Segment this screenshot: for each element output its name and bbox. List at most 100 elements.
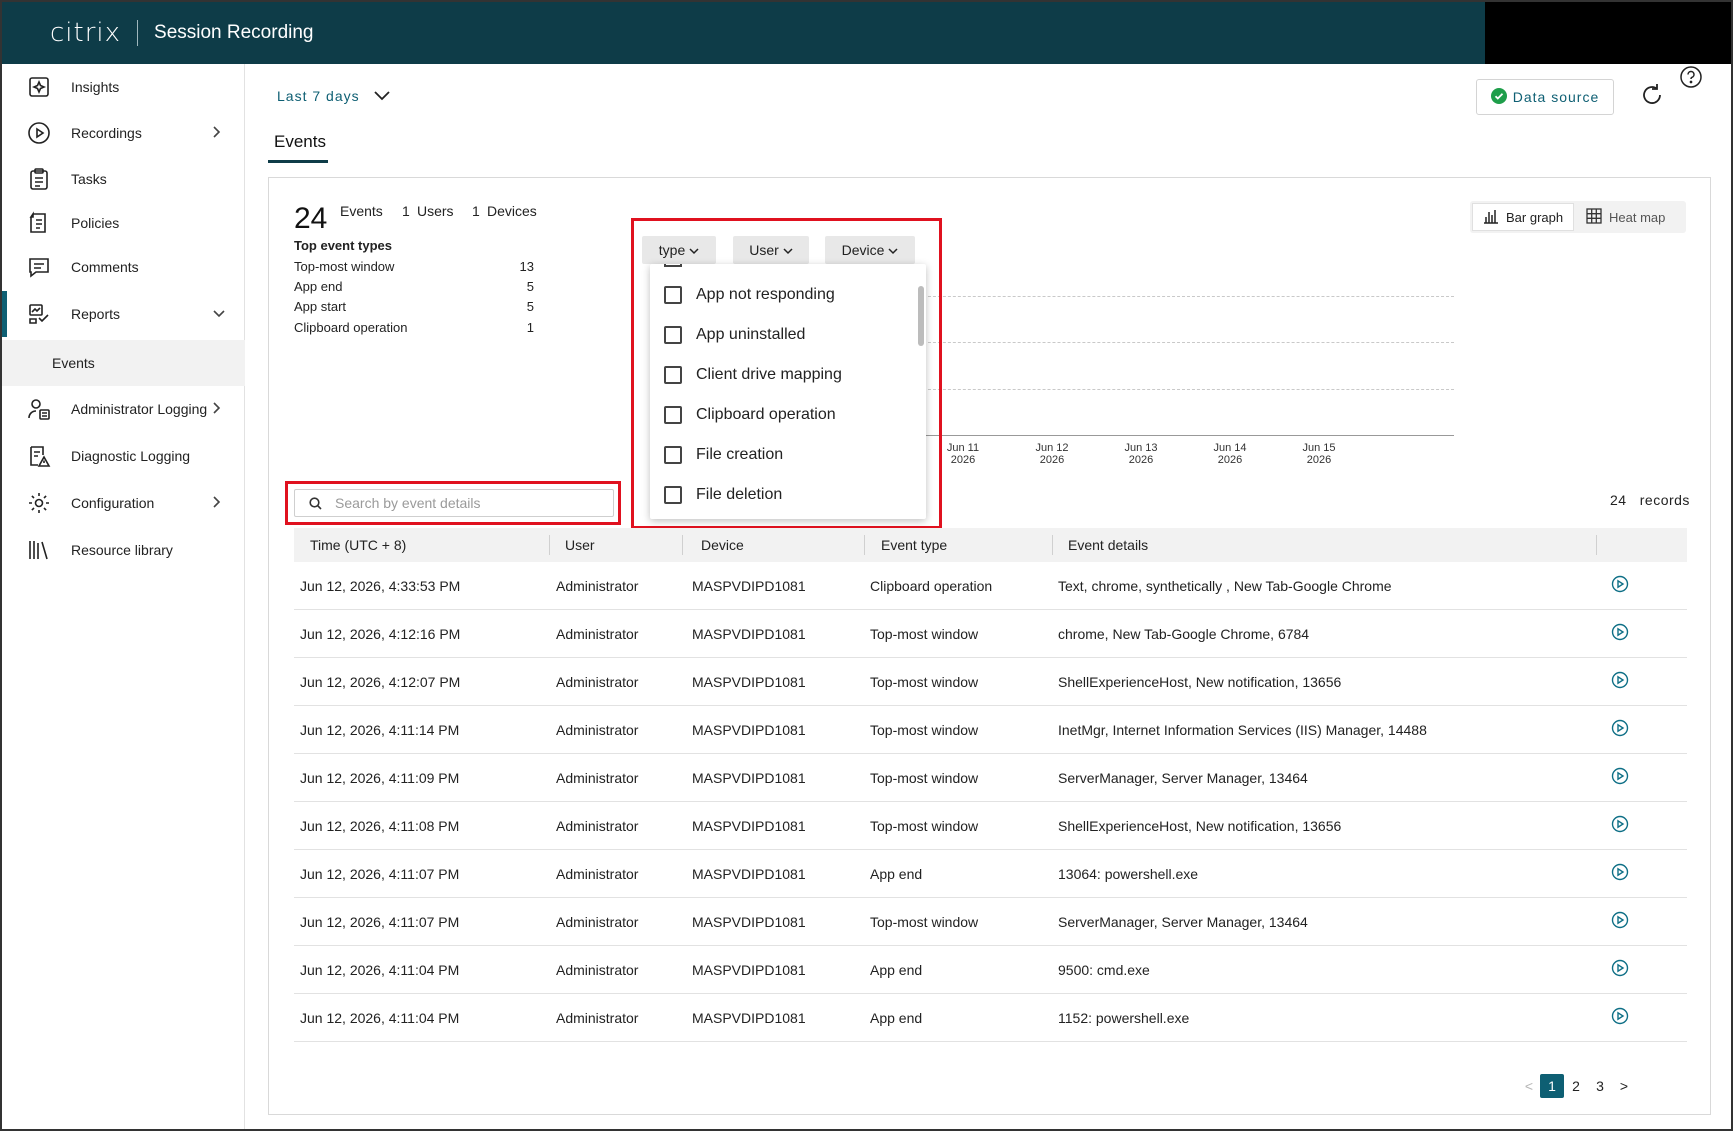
- column-header-user[interactable]: User: [565, 528, 595, 562]
- sidebar-item-insights[interactable]: Insights: [2, 64, 245, 110]
- column-separator: [1052, 535, 1053, 555]
- play-recording-icon[interactable]: [1611, 959, 1629, 977]
- event-type-option[interactable]: App uninstalled: [664, 320, 805, 350]
- sidebar-item-reports[interactable]: Reports: [2, 291, 245, 337]
- heat-map-button[interactable]: Heat map: [1576, 203, 1675, 231]
- sidebar-item-administrator-logging[interactable]: Administrator Logging: [2, 386, 245, 432]
- checkbox[interactable]: [664, 366, 682, 384]
- checkbox[interactable]: [664, 486, 682, 504]
- table-row[interactable]: Jun 12, 2026, 4:11:04 PM Administrator M…: [294, 994, 1687, 1042]
- help-icon[interactable]: [1680, 66, 1702, 93]
- table-row[interactable]: Jun 12, 2026, 4:11:14 PM Administrator M…: [294, 706, 1687, 754]
- cell-event-type: Top-most window: [870, 626, 979, 642]
- checkbox[interactable]: [664, 286, 682, 304]
- table-row[interactable]: Jun 12, 2026, 4:12:16 PM Administrator M…: [294, 610, 1687, 658]
- cell-time: Jun 12, 2026, 4:11:08 PM: [300, 818, 460, 834]
- table-header: Time (UTC + 8) User Device Event type Ev…: [294, 528, 1687, 562]
- play-recording-icon[interactable]: [1611, 671, 1629, 689]
- data-source-button[interactable]: Data source: [1476, 79, 1614, 115]
- chevron-down-icon: [783, 242, 793, 258]
- type-filter-button[interactable]: type: [642, 236, 716, 264]
- x-tick-label: Jun 13 2026: [1111, 442, 1171, 466]
- checkbox[interactable]: [664, 326, 682, 344]
- devices-label: Devices: [487, 203, 537, 219]
- sidebar-item-tasks[interactable]: Tasks: [2, 156, 245, 202]
- play-recording-icon[interactable]: [1611, 815, 1629, 833]
- event-type-option[interactable]: Clipboard operation: [664, 400, 836, 430]
- cell-event-type: Top-most window: [870, 674, 979, 690]
- previous-page-button[interactable]: <: [1521, 1074, 1537, 1098]
- sidebar-item-label: Policies: [71, 215, 120, 231]
- table-row[interactable]: Jun 12, 2026, 4:33:53 PM Administrator M…: [294, 562, 1687, 610]
- column-header-time[interactable]: Time (UTC + 8): [310, 528, 406, 562]
- cell-event-details: ShellExperienceHost, New notification, 1…: [1058, 674, 1342, 690]
- library-icon: [26, 537, 52, 563]
- page-2-button[interactable]: 2: [1568, 1074, 1584, 1098]
- chevron-down-icon: [689, 242, 699, 258]
- top-event-type-name: App end: [294, 279, 343, 294]
- tab-events[interactable]: Events: [268, 132, 328, 163]
- column-header-event-details[interactable]: Event details: [1068, 528, 1148, 562]
- table-row[interactable]: Jun 12, 2026, 4:11:04 PM Administrator M…: [294, 946, 1687, 994]
- sidebar-item-resource-library[interactable]: Resource library: [2, 527, 245, 573]
- cell-user: Administrator: [556, 866, 639, 882]
- column-header-event-type[interactable]: Event type: [881, 528, 947, 562]
- grid-icon: [1586, 207, 1602, 227]
- event-type-option[interactable]: File deletion: [664, 480, 782, 510]
- cell-event-details: 13064: powershell.exe: [1058, 866, 1199, 882]
- option-label: File creation: [696, 446, 784, 463]
- cell-device: MASPVDIPD1081: [692, 578, 806, 594]
- sidebar-item-policies[interactable]: Policies: [2, 200, 245, 246]
- column-separator: [549, 535, 550, 555]
- table-row[interactable]: Jun 12, 2026, 4:12:07 PM Administrator M…: [294, 658, 1687, 706]
- sidebar-item-diagnostic-logging[interactable]: Diagnostic Logging: [2, 433, 245, 479]
- next-page-button[interactable]: >: [1616, 1074, 1632, 1098]
- play-recording-icon[interactable]: [1611, 863, 1629, 881]
- checkbox[interactable]: [664, 406, 682, 424]
- page-1-button[interactable]: 1: [1540, 1074, 1564, 1098]
- cell-event-type: App end: [870, 866, 923, 882]
- logo-divider: [137, 20, 139, 46]
- play-recording-icon[interactable]: [1611, 719, 1629, 737]
- chart-x-axis: [918, 435, 1454, 436]
- checkbox[interactable]: [664, 446, 682, 464]
- chart-gridline: [918, 342, 1454, 343]
- cell-time: Jun 12, 2026, 4:11:14 PM: [300, 722, 460, 738]
- table-row[interactable]: Jun 12, 2026, 4:11:09 PM Administrator M…: [294, 754, 1687, 802]
- records-label: records: [1639, 492, 1690, 508]
- diagnostic-icon: [26, 443, 52, 469]
- cell-device: MASPVDIPD1081: [692, 818, 806, 834]
- play-recording-icon[interactable]: [1611, 1007, 1629, 1025]
- table-row[interactable]: Jun 12, 2026, 4:11:08 PM Administrator M…: [294, 802, 1687, 850]
- sidebar-item-configuration[interactable]: Configuration: [2, 480, 245, 526]
- insights-icon: [26, 74, 52, 100]
- cell-event-details: chrome, New Tab-Google Chrome, 6784: [1058, 626, 1310, 642]
- event-type-option[interactable]: File creation: [664, 440, 783, 470]
- cell-event-details: 9500: cmd.exe: [1058, 962, 1150, 978]
- event-type-option[interactable]: App not responding: [664, 280, 835, 310]
- user-filter-button[interactable]: User: [733, 236, 809, 264]
- play-recording-icon[interactable]: [1611, 911, 1629, 929]
- cell-time: Jun 12, 2026, 4:12:16 PM: [300, 626, 461, 642]
- column-header-device[interactable]: Device: [701, 528, 744, 562]
- table-row[interactable]: Jun 12, 2026, 4:11:07 PM Administrator M…: [294, 850, 1687, 898]
- bar-graph-button[interactable]: Bar graph: [1472, 203, 1575, 231]
- data-source-label: Data source: [1512, 89, 1600, 105]
- play-recording-icon[interactable]: [1611, 767, 1629, 785]
- page-3-button[interactable]: 3: [1592, 1074, 1608, 1098]
- time-range-selector[interactable]: Last 7 days: [277, 88, 390, 104]
- device-filter-button[interactable]: Device: [825, 236, 915, 264]
- sidebar-item-comments[interactable]: Comments: [2, 244, 245, 290]
- play-recording-icon[interactable]: [1611, 623, 1629, 641]
- play-recording-icon[interactable]: [1611, 575, 1629, 593]
- sidebar-subitem-events[interactable]: Events: [2, 340, 245, 386]
- sidebar-item-recordings[interactable]: Recordings: [2, 110, 245, 156]
- refresh-icon[interactable]: [1639, 82, 1665, 113]
- cell-event-details: InetMgr, Internet Information Services (…: [1058, 722, 1427, 738]
- dropdown-scrollbar[interactable]: [918, 286, 924, 346]
- table-row[interactable]: Jun 12, 2026, 4:11:07 PM Administrator M…: [294, 898, 1687, 946]
- gear-icon: [26, 490, 52, 516]
- column-separator: [682, 535, 683, 555]
- search-input[interactable]: Search by event details: [294, 489, 614, 517]
- event-type-option[interactable]: Client drive mapping: [664, 360, 842, 390]
